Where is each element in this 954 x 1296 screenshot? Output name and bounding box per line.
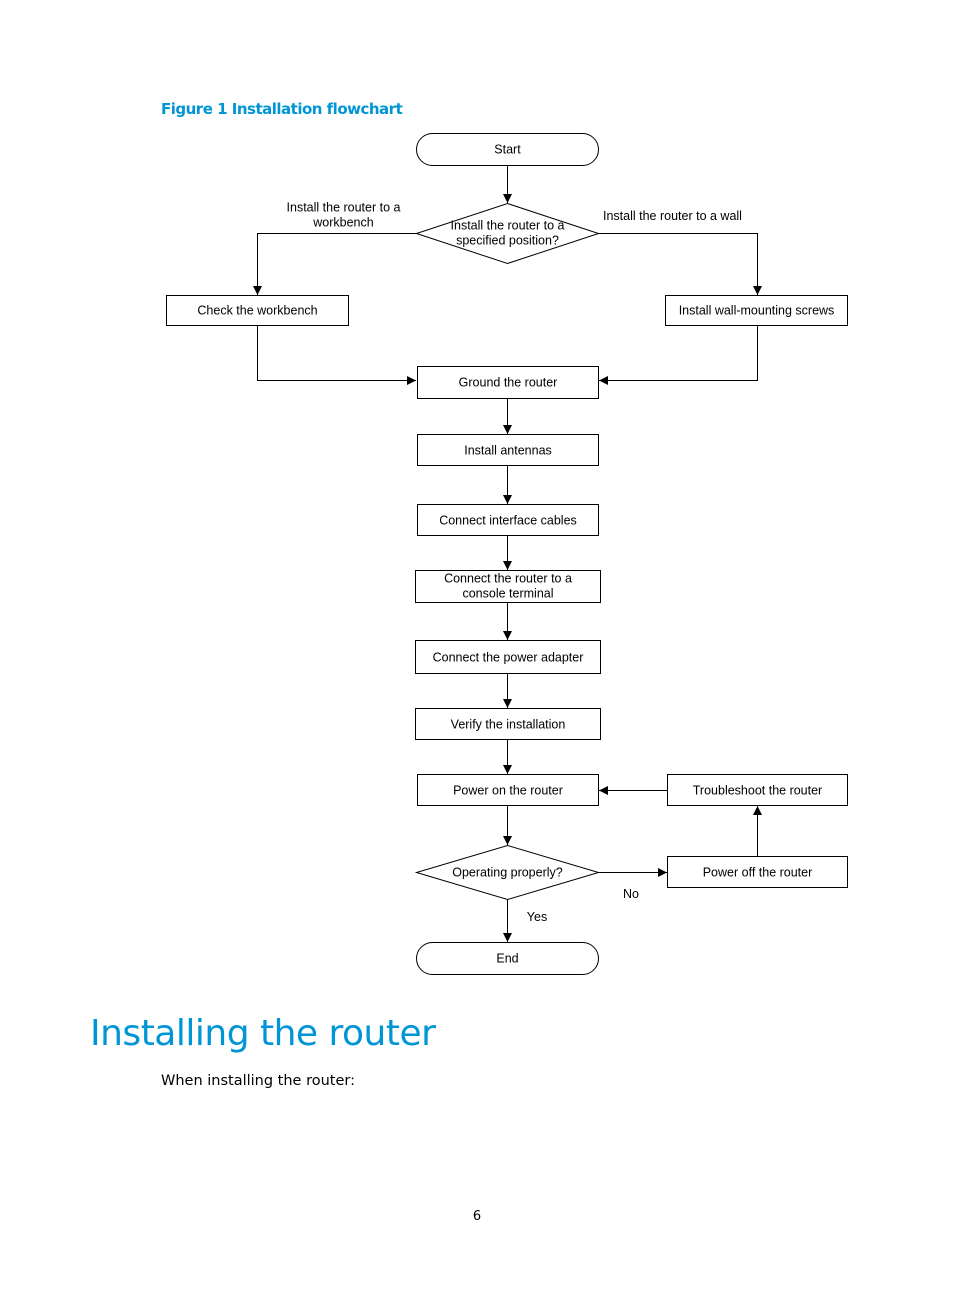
antennas-label: Install antennas xyxy=(464,444,552,458)
installation-flowchart: Start Install the router to a specified … xyxy=(166,133,848,975)
edge-decision-workbench xyxy=(253,233,417,295)
edge-decision-wall xyxy=(598,233,762,295)
edge-workbench-ground xyxy=(257,325,416,385)
verify-label: Verify the installation xyxy=(451,718,566,732)
edge-label-yes: Yes xyxy=(527,910,547,924)
edge-label-workbench-1: Install the router to a xyxy=(287,201,401,215)
edge-label-wall: Install the router to a wall xyxy=(603,209,742,223)
console-label-2: console terminal xyxy=(462,587,553,601)
edge-screws-ground xyxy=(599,325,758,385)
power-off-label: Power off the router xyxy=(703,866,813,880)
install-screws-label: Install wall-mounting screws xyxy=(679,304,835,318)
decision-position-label-2: specified position? xyxy=(456,234,559,248)
power-adapter-label: Connect the power adapter xyxy=(433,651,584,665)
edge-label-no: No xyxy=(623,887,639,901)
section-title: Installing the router xyxy=(90,1013,436,1054)
ground-label: Ground the router xyxy=(459,376,558,390)
page-number: 6 xyxy=(472,1209,482,1224)
start-label: Start xyxy=(494,143,521,157)
end-label: End xyxy=(496,952,518,966)
decision-operating-label: Operating properly? xyxy=(452,866,563,880)
edge-label-workbench-2: workbench xyxy=(312,216,373,230)
console-label-1: Connect the router to a xyxy=(444,572,572,586)
decision-position-label-1: Install the router to a xyxy=(451,219,565,233)
interface-cables-label: Connect interface cables xyxy=(439,514,577,528)
section-intro: When installing the router: xyxy=(161,1073,355,1089)
power-on-label: Power on the router xyxy=(453,784,563,798)
troubleshoot-label: Troubleshoot the router xyxy=(693,784,822,798)
check-workbench-label: Check the workbench xyxy=(197,304,317,318)
